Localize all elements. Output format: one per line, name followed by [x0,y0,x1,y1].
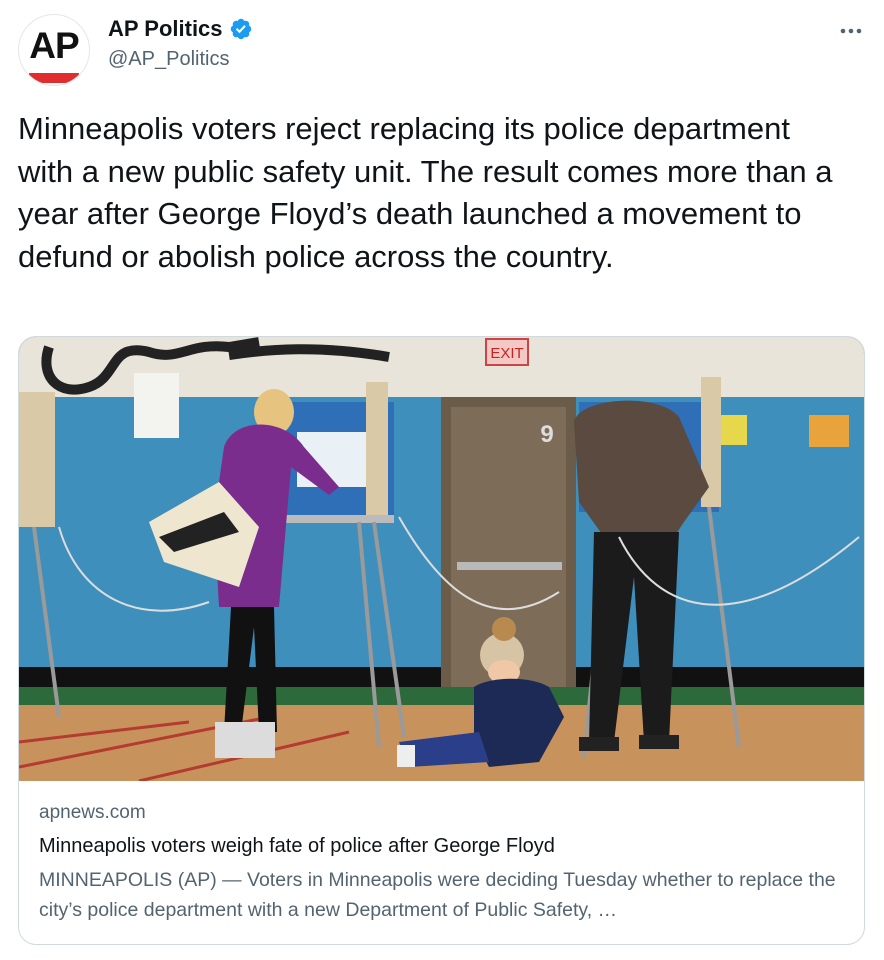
link-card-description: MINNEAPOLIS (AP) — Voters in Minneapolis… [39,869,836,921]
ap-logo: AP [29,25,79,66]
door-number: 9 [540,421,553,448]
account-handle[interactable]: @AP_Politics [108,48,229,71]
exit-sign-text: EXIT [490,345,523,362]
more-options-icon [840,28,862,34]
avatar[interactable]: AP [18,14,90,86]
article-photo[interactable]: EXIT 9 [19,337,865,781]
display-name[interactable]: AP Politics [108,16,223,42]
link-card-title[interactable]: Minneapolis voters weigh fate of police … [39,833,844,859]
link-preview-card[interactable]: EXIT 9 apnews.com Minneapolis voters wei… [18,336,865,945]
more-options-button[interactable] [836,16,866,46]
link-card-body: apnews.com Minneapolis voters weigh fate… [39,801,844,925]
tweet-text: Minneapolis voters reject replacing its … [18,111,833,274]
verified-badge-icon[interactable] [229,17,253,41]
link-card-domain: apnews.com [39,802,146,823]
account-name-row: AP Politics [108,16,253,42]
ap-logo-red-bar [29,73,79,83]
